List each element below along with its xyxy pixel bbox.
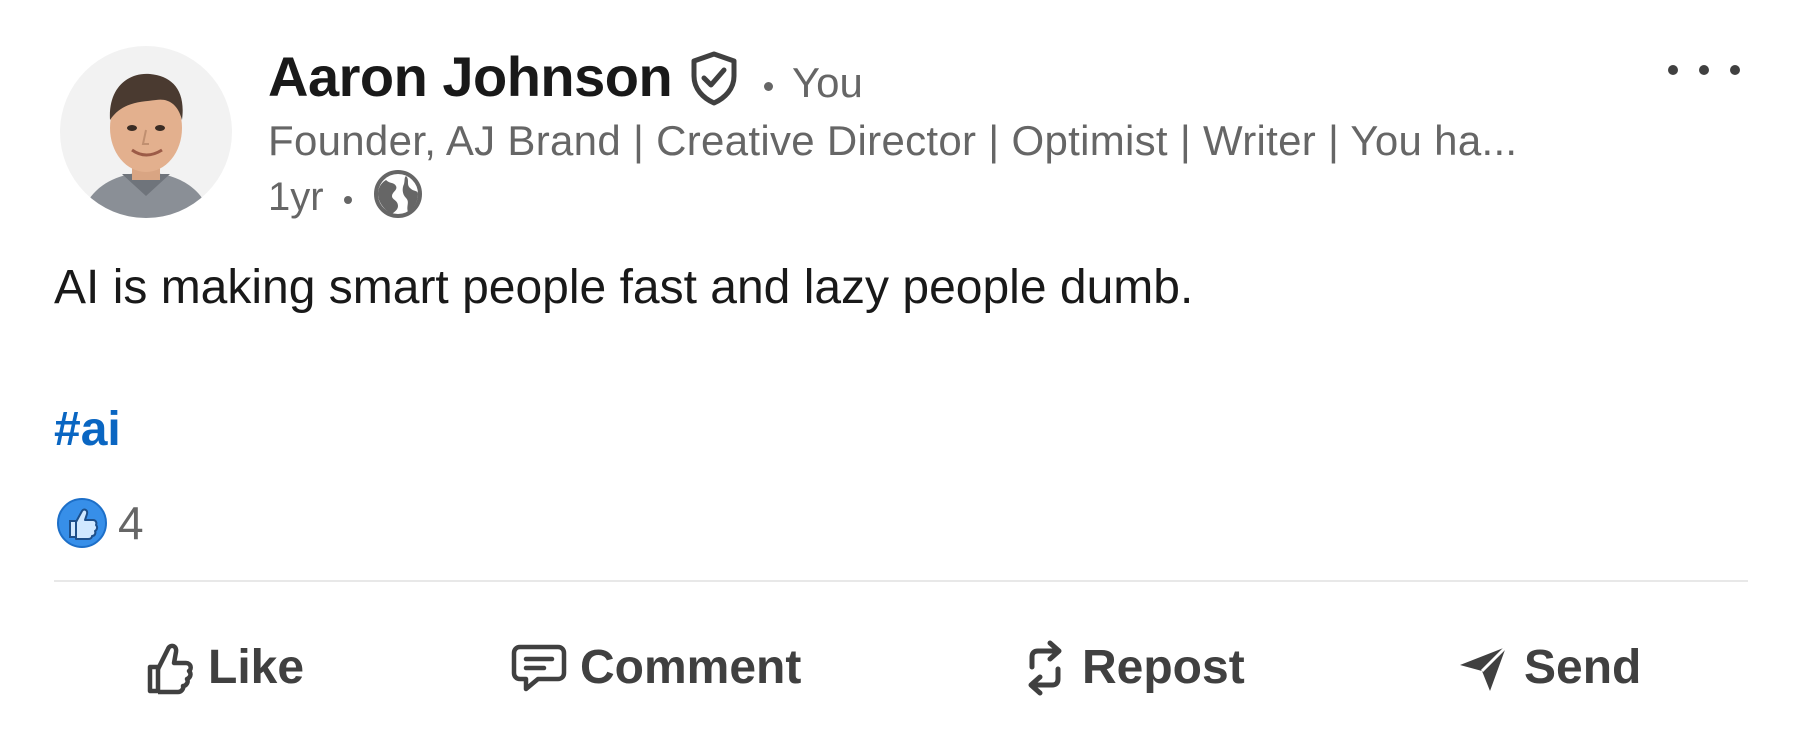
like-button[interactable]: Like <box>144 628 304 708</box>
ellipsis-icon <box>1668 65 1678 75</box>
thumbs-up-icon <box>147 643 193 695</box>
repost-icon <box>1028 640 1062 696</box>
ellipsis-icon <box>1699 65 1709 75</box>
like-label: Like <box>208 641 305 694</box>
author-name[interactable]: Aaron Johnson <box>268 42 673 112</box>
comment-button[interactable]: Comment <box>510 628 801 708</box>
verified-shield-icon <box>691 51 737 106</box>
separator-dot <box>764 82 773 91</box>
repost-label: Repost <box>1082 641 1245 694</box>
separator-dot <box>344 196 352 204</box>
reaction-count: 4 <box>118 497 144 549</box>
globe-icon <box>374 170 422 218</box>
repost-button[interactable]: Repost <box>1020 628 1245 708</box>
hashtag-link[interactable]: #ai <box>54 400 121 460</box>
post-body-text: AI is making smart people fast and lazy … <box>54 261 1194 314</box>
connection-degree: You <box>792 59 863 106</box>
comment-label: Comment <box>580 641 802 694</box>
post-card: Aaron Johnson You Founder, AJ Brand | Cr… <box>0 0 1806 756</box>
actions-divider <box>54 580 1748 582</box>
comment-bubble-icon <box>511 644 567 692</box>
like-reaction-icon <box>57 498 107 548</box>
ellipsis-icon <box>1730 65 1740 75</box>
author-avatar[interactable] <box>60 46 232 218</box>
author-headline[interactable]: Founder, AJ Brand | Creative Director | … <box>268 114 1517 168</box>
send-label: Send <box>1524 641 1642 694</box>
post-timestamp: 1yr <box>268 175 324 219</box>
send-button[interactable]: Send <box>1456 628 1641 708</box>
send-paper-plane-icon <box>1460 645 1508 691</box>
more-options-button[interactable] <box>1668 50 1740 90</box>
avatar-photo <box>60 46 232 218</box>
reactions-summary[interactable]: 4 <box>56 496 144 550</box>
